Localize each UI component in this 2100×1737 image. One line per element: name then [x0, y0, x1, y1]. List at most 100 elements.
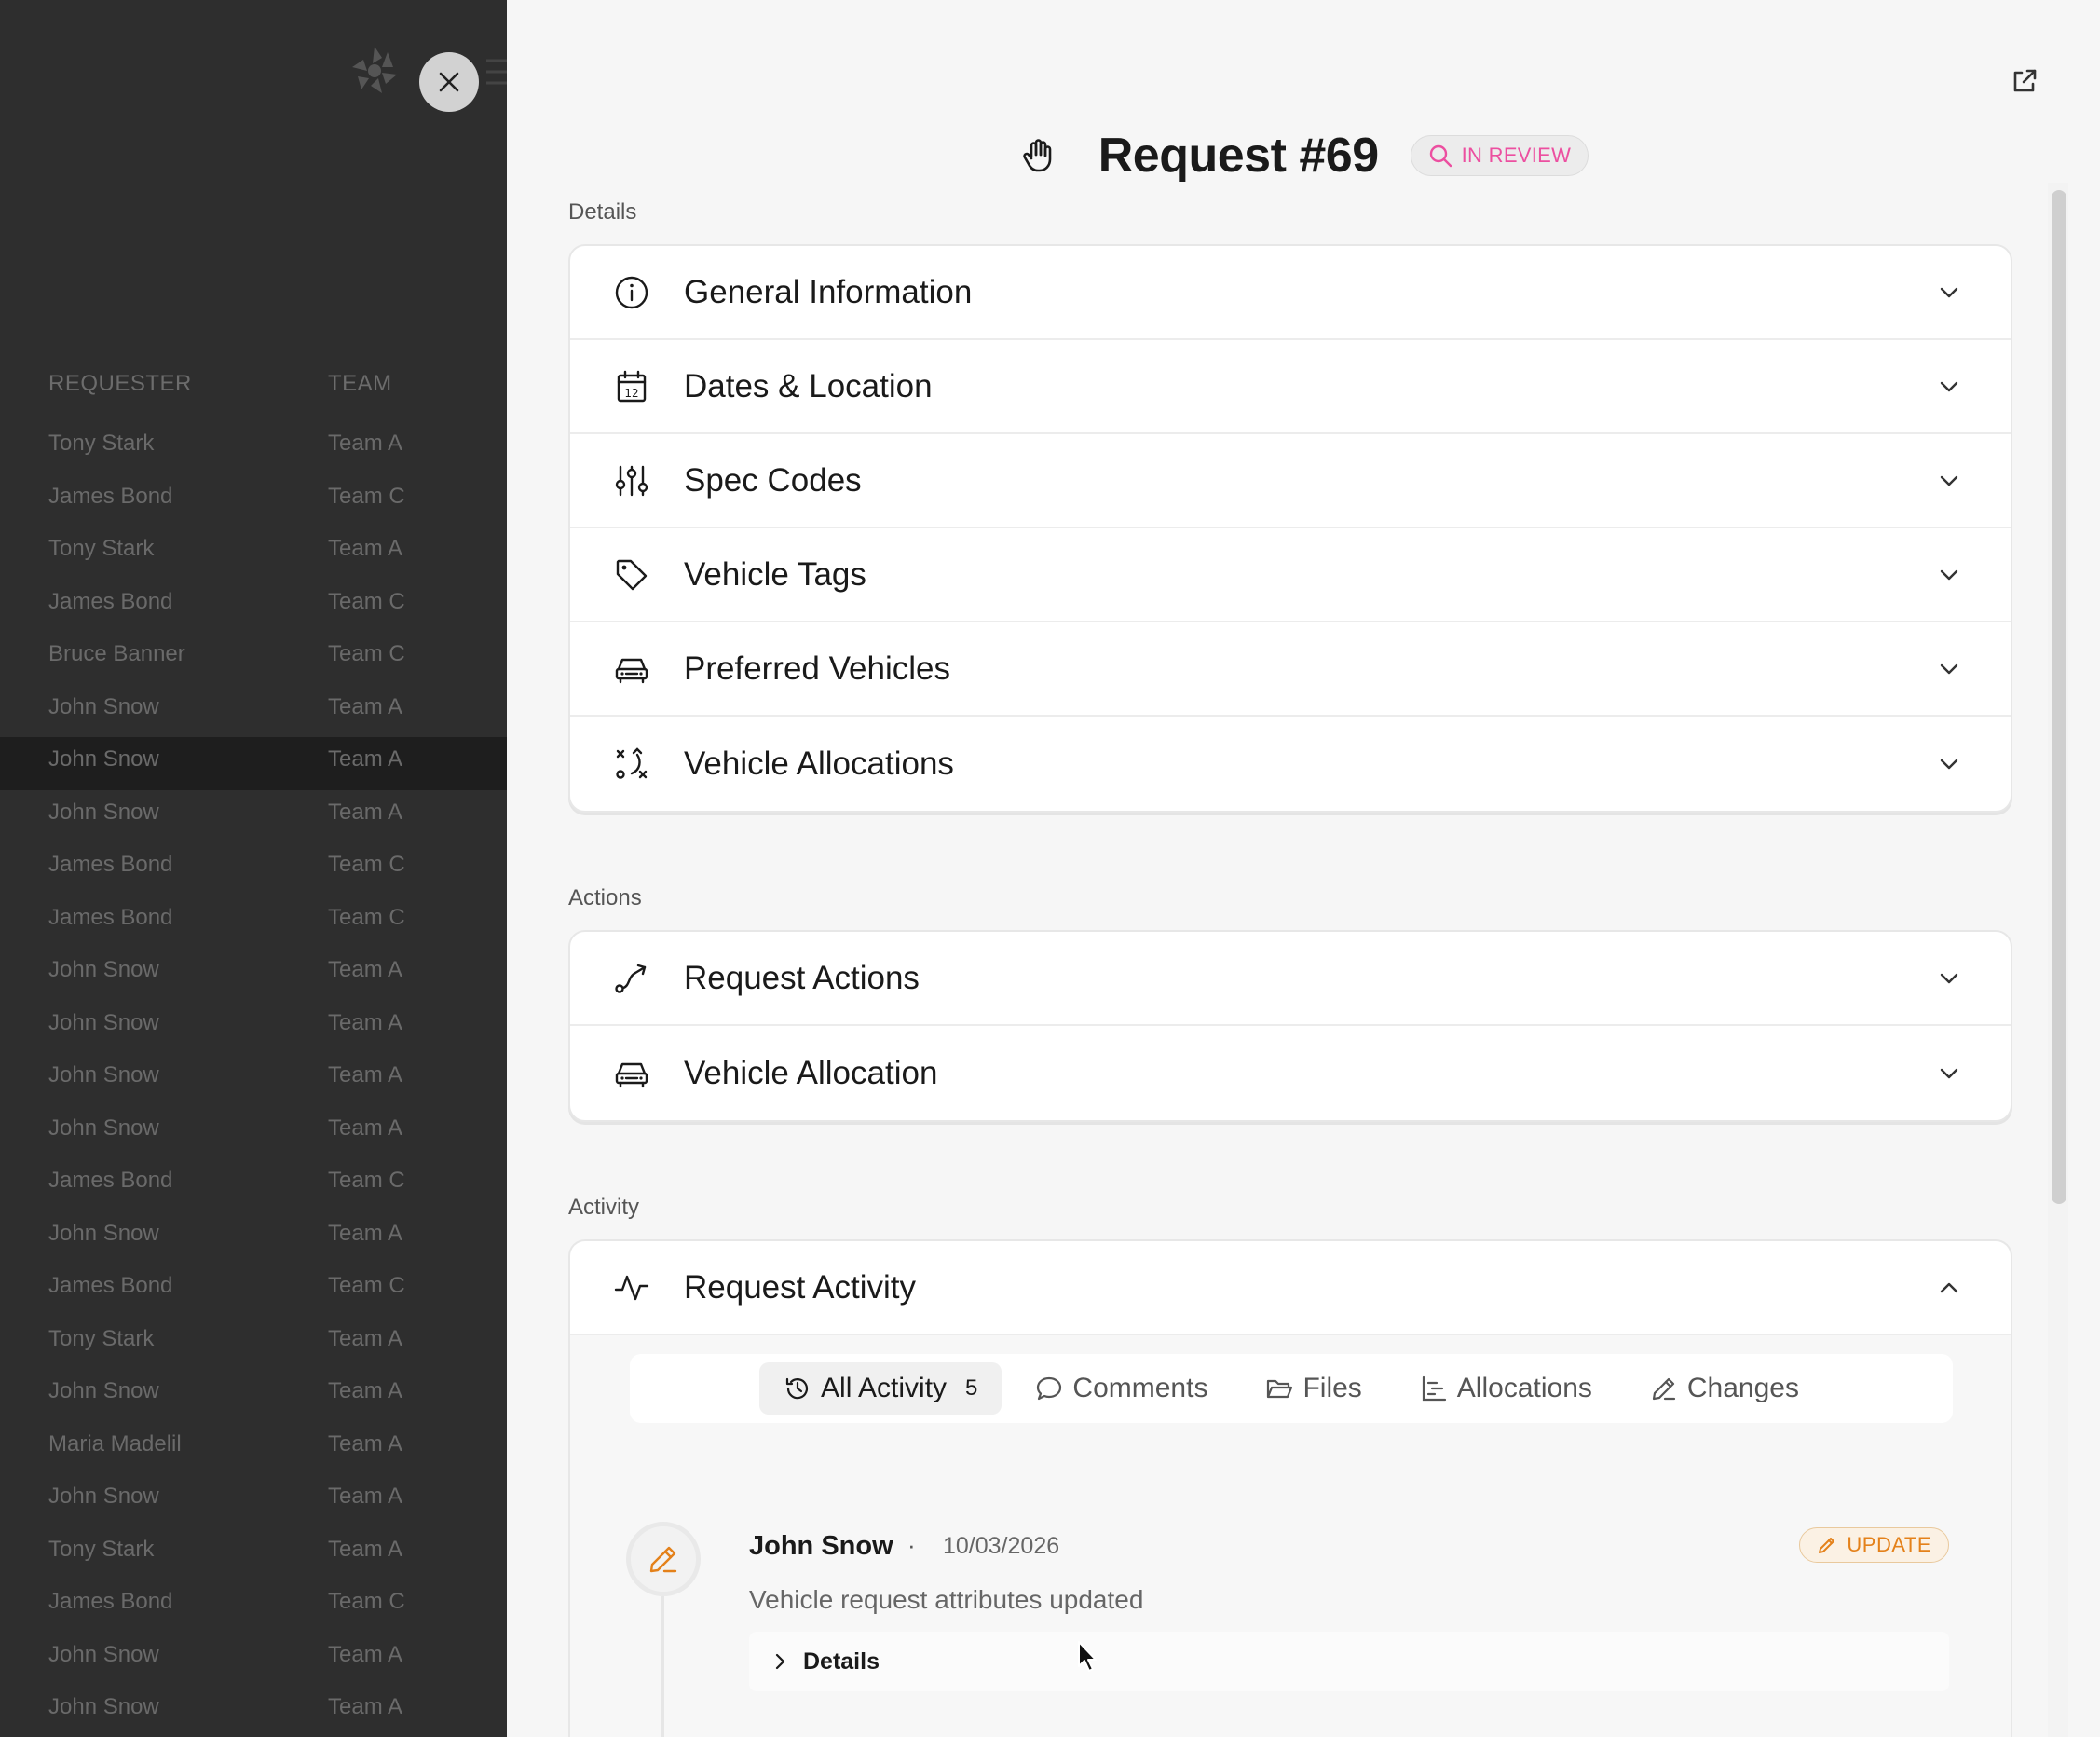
requester-cell: Bruce Banner — [48, 641, 185, 666]
background-table-header: REQUESTER TEAM — [0, 365, 507, 403]
accordion-label: Vehicle Allocation — [684, 1054, 938, 1091]
details-toggle-label: Details — [803, 1648, 880, 1675]
table-row: John Snow Team A — [0, 1001, 507, 1054]
requester-cell: John Snow — [48, 1062, 159, 1087]
requester-cell: Tony Stark — [48, 431, 155, 456]
team-cell: Team C — [328, 483, 405, 509]
search-icon — [1429, 144, 1452, 168]
gantt-icon — [1422, 1375, 1446, 1402]
accordion-request-actions[interactable]: Request Actions — [570, 932, 2011, 1026]
table-row: Tony Stark Team A — [0, 1317, 507, 1370]
timeline-line — [661, 1596, 664, 1737]
team-cell: Team C — [328, 1273, 405, 1298]
team-cell: Team A — [328, 1536, 403, 1562]
entry-date: 10/03/2026 — [943, 1533, 1060, 1559]
table-row: James Bond Team C — [0, 580, 507, 633]
chevron-up-icon — [1936, 1275, 1962, 1301]
chevron-down-icon — [1936, 468, 1962, 494]
entry-author: John Snow — [749, 1531, 893, 1561]
tab-label: Changes — [1686, 1373, 1799, 1403]
table-row: John Snow Team A — [0, 1369, 507, 1422]
tab-changes[interactable]: Changes — [1626, 1362, 1823, 1415]
requester-cell: John Snow — [48, 957, 159, 982]
chevron-down-icon — [1936, 374, 1962, 400]
actions-section-label: Actions — [568, 885, 642, 910]
team-cell: Team A — [328, 799, 403, 825]
entry-separator: · — [907, 1531, 916, 1559]
requester-cell: John Snow — [48, 1220, 159, 1246]
team-cell: Team A — [328, 431, 403, 456]
car-icon — [613, 1055, 650, 1092]
team-cell: Team C — [328, 1168, 405, 1193]
close-icon — [439, 72, 459, 92]
chevron-down-icon — [1936, 1060, 1962, 1087]
strategy-icon — [613, 745, 650, 783]
requester-cell: John Snow — [48, 693, 159, 719]
table-row: Tony Stark Team A — [0, 1527, 507, 1580]
pencil-icon — [649, 1546, 677, 1573]
accordion-spec-codes[interactable]: Spec Codes — [570, 434, 2011, 528]
accordion-dates-location[interactable]: 12 Dates & Location — [570, 340, 2011, 434]
team-cell: Team C — [328, 852, 405, 877]
calendar-icon: 12 — [613, 368, 650, 405]
team-cell: Team C — [328, 1589, 405, 1614]
team-cell: Team A — [328, 957, 403, 982]
requester-cell: James Bond — [48, 852, 173, 877]
entry-description: Vehicle request attributes updated — [749, 1585, 1144, 1614]
team-cell: Team A — [328, 1115, 403, 1141]
table-row: John Snow Team A — [0, 737, 507, 790]
tab-files[interactable]: Files — [1241, 1362, 1385, 1415]
tab-label: Allocations — [1456, 1373, 1592, 1403]
tab-allocations[interactable]: Allocations — [1396, 1362, 1616, 1415]
requester-cell: Tony Stark — [48, 1325, 155, 1351]
team-cell: Team A — [328, 1325, 403, 1351]
table-row: John Snow Team A — [0, 1106, 507, 1159]
table-row: James Bond Team C — [0, 1158, 507, 1211]
table-row: James Bond Team C — [0, 842, 507, 896]
app-logo-icon — [345, 41, 404, 101]
requester-cell: James Bond — [48, 1589, 173, 1614]
hand-icon — [1018, 137, 1056, 174]
background-app: REQUESTER TEAM Tony Stark Team A James Bon… — [0, 0, 507, 1737]
update-badge: UPDATE — [1799, 1527, 1949, 1563]
accordion-vehicle-allocations[interactable]: Vehicle Allocations — [570, 717, 2011, 811]
background-table-body: Tony Stark Team A James Bond Team C Tony Sta… — [0, 421, 507, 1737]
open-external-button[interactable] — [2009, 65, 2040, 97]
team-cell: Team A — [328, 1430, 403, 1457]
tab-all-activity[interactable]: All Activity 5 — [759, 1362, 1002, 1415]
activity-section-label: Activity — [568, 1195, 640, 1220]
entry-details-toggle[interactable]: Details — [749, 1632, 1949, 1691]
accordion-request-activity[interactable]: Request Activity — [570, 1241, 2011, 1335]
tab-label: Files — [1302, 1373, 1362, 1403]
pencil-icon — [1819, 1538, 1835, 1553]
table-row: John Snow Team A — [0, 1474, 507, 1527]
accordion-vehicle-allocation[interactable]: Vehicle Allocation — [570, 1026, 2011, 1120]
tab-comments[interactable]: Comments — [1011, 1362, 1232, 1415]
table-row: James Bond Team C — [0, 1264, 507, 1317]
accordion-label: Dates & Location — [684, 367, 933, 404]
team-cell: Team C — [328, 641, 405, 666]
accordion-general-information[interactable]: General Information — [570, 246, 2011, 340]
accordion-label: Request Actions — [684, 959, 920, 996]
comment-icon — [1037, 1376, 1062, 1401]
table-row: Tony Stark Team A — [0, 421, 507, 474]
external-link-icon — [2013, 69, 2037, 92]
requester-cell: John Snow — [48, 1378, 159, 1403]
accordion-vehicle-tags[interactable]: Vehicle Tags — [570, 528, 2011, 622]
close-panel-button[interactable] — [419, 52, 479, 112]
table-row: James Bond Team C — [0, 896, 507, 949]
team-column-header: TEAM — [328, 371, 392, 396]
table-row: James Bond Team C — [0, 474, 507, 527]
accordion-label: Vehicle Allocations — [684, 745, 954, 782]
table-row: John Snow Team A — [0, 948, 507, 1001]
team-cell: Team A — [328, 1220, 403, 1246]
tag-icon — [613, 556, 650, 594]
accordion-preferred-vehicles[interactable]: Preferred Vehicles — [570, 622, 2011, 717]
scrollbar-thumb[interactable] — [2052, 190, 2066, 1204]
requester-cell: James Bond — [48, 1273, 173, 1298]
svg-text:12: 12 — [624, 387, 638, 400]
sliders-icon — [613, 462, 650, 499]
team-cell: Team A — [328, 1484, 403, 1509]
requester-cell: John Snow — [48, 1009, 159, 1035]
menu-icon — [486, 58, 507, 86]
